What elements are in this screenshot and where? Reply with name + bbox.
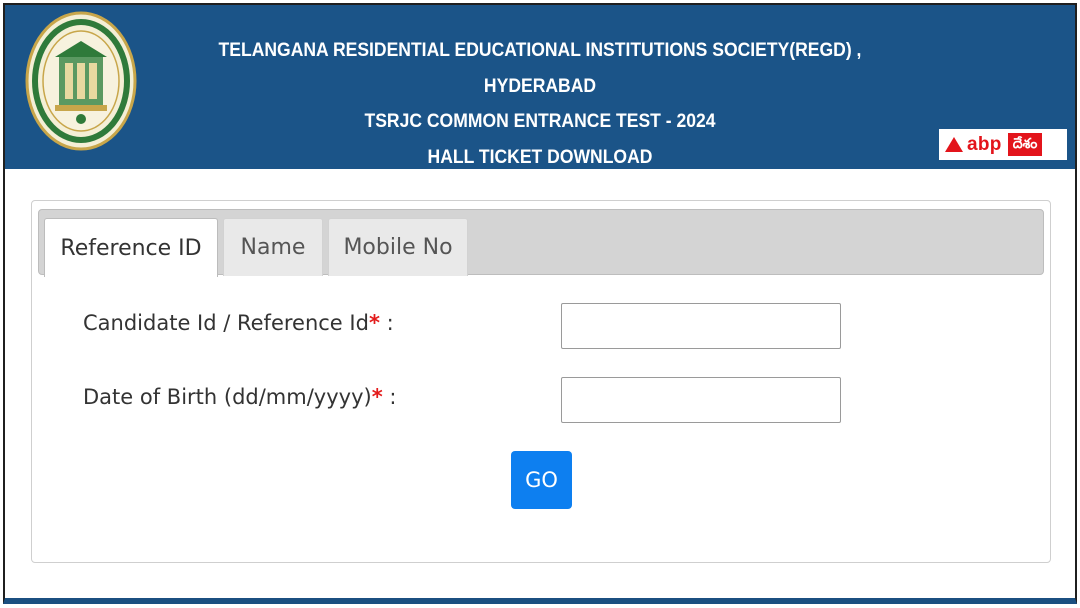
candidate-id-label-text: Candidate Id / Reference Id: [83, 311, 369, 335]
dob-label: Date of Birth (dd/mm/yyyy)* :: [83, 385, 396, 409]
page-frame: TELANGANA RESIDENTIAL EDUCATIONAL INSTIT…: [3, 3, 1077, 604]
tab-mobile-no[interactable]: Mobile No: [328, 218, 468, 276]
header-title: TELANGANA RESIDENTIAL EDUCATIONAL INSTIT…: [185, 33, 896, 175]
header-title-line: TSRJC COMMON ENTRANCE TEST - 2024: [364, 110, 716, 132]
search-tab-bar: Reference ID Name Mobile No: [38, 209, 1044, 277]
required-asterisk: *: [368, 311, 380, 335]
label-colon: :: [386, 311, 394, 335]
tab-name[interactable]: Name: [223, 218, 323, 276]
dob-input[interactable]: [561, 377, 841, 423]
tab-reference-id[interactable]: Reference ID: [44, 218, 218, 277]
header-banner: TELANGANA RESIDENTIAL EDUCATIONAL INSTIT…: [5, 5, 1075, 169]
dob-label-text: Date of Birth (dd/mm/yyyy): [83, 385, 372, 409]
header-title-line: HALL TICKET DOWNLOAD: [427, 145, 653, 168]
candidate-id-input[interactable]: [561, 303, 841, 349]
government-emblem-icon: [25, 11, 137, 151]
go-button[interactable]: GO: [511, 451, 572, 509]
abp-triangle-icon: [945, 137, 963, 152]
abp-logo-text: abp: [967, 133, 1002, 155]
desam-logo-text: దేశం: [1007, 133, 1043, 156]
abp-desam-logo: abp దేశం: [939, 129, 1067, 160]
hall-ticket-form-panel: Reference ID Name Mobile No Candidate Id…: [31, 200, 1051, 563]
label-colon: :: [389, 385, 397, 409]
header-title-line: HYDERABAD: [483, 74, 597, 97]
header-title-line: TELANGANA RESIDENTIAL EDUCATIONAL INSTIT…: [218, 39, 862, 61]
required-asterisk: *: [371, 385, 383, 409]
candidate-id-label: Candidate Id / Reference Id* :: [83, 311, 394, 335]
